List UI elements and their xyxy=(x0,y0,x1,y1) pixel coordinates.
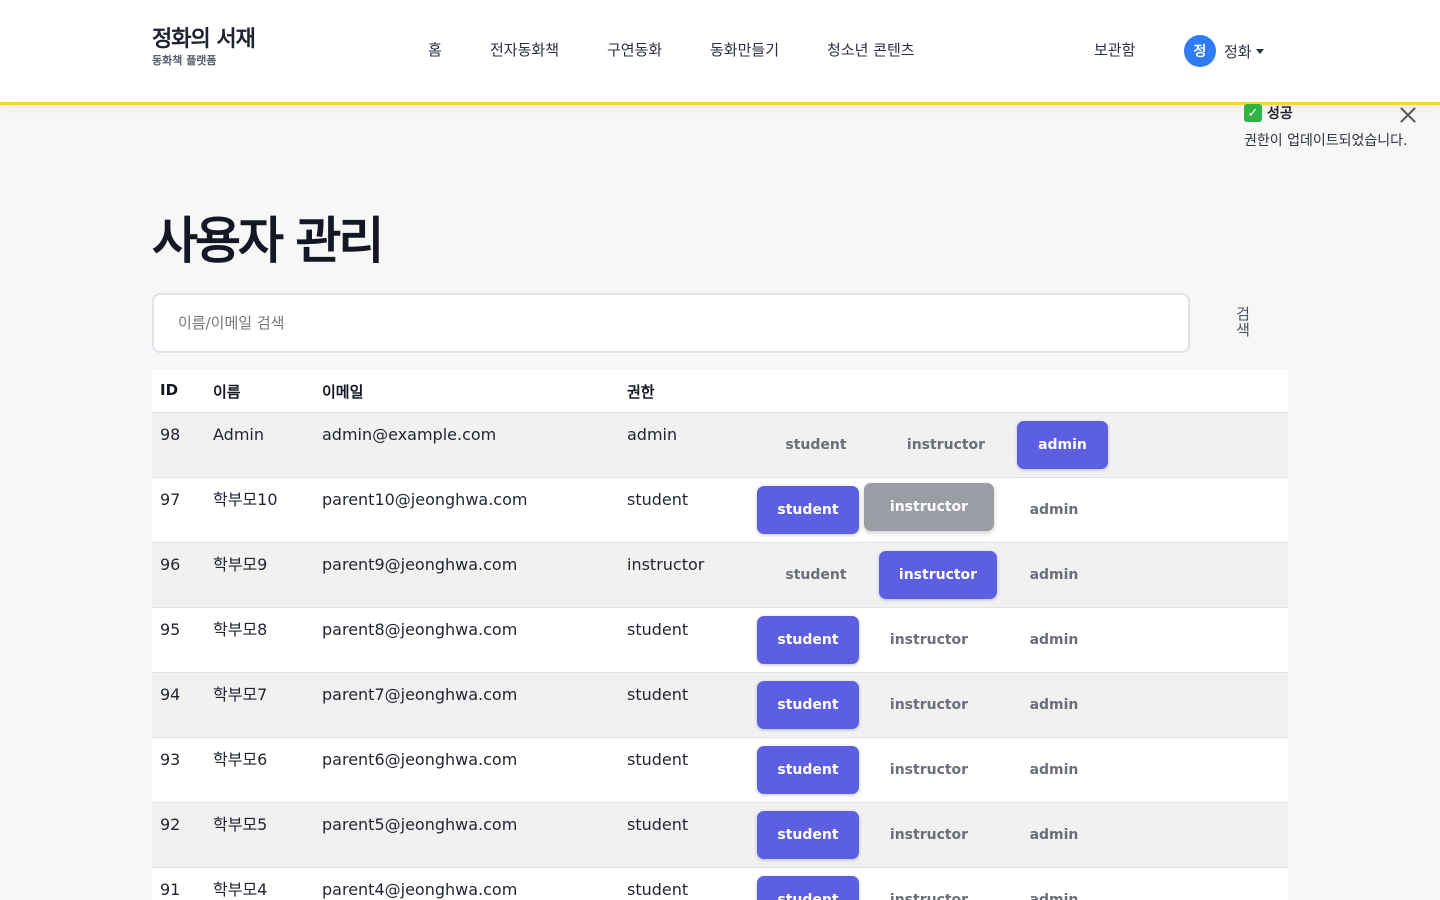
cell-role: student xyxy=(627,880,689,899)
role-button-instructor[interactable]: instructor xyxy=(879,421,1013,469)
cell-role: admin xyxy=(627,425,678,444)
cell-id: 92 xyxy=(160,815,181,834)
role-button-admin[interactable]: admin xyxy=(994,681,1114,729)
cell-id: 97 xyxy=(160,490,181,509)
cell-name: Admin xyxy=(213,425,264,444)
role-button-instructor[interactable]: instructor xyxy=(864,876,994,900)
brand-subtitle: 동화책 플랫폼 xyxy=(152,54,217,67)
nav-storytelling[interactable]: 구연동화 xyxy=(607,40,662,60)
cell-email: parent10@jeonghwa.com xyxy=(322,490,528,509)
cell-role: student xyxy=(627,490,689,509)
users-table: ID 이름 이메일 권한 98 Admin admin@example.com adm… xyxy=(152,369,1288,900)
role-button-student[interactable]: student xyxy=(757,876,859,900)
cell-email: parent9@jeonghwa.com xyxy=(322,555,518,574)
role-button-instructor[interactable]: instructor xyxy=(864,616,994,664)
role-button-student[interactable]: student xyxy=(757,681,859,729)
table-body: 98 Admin admin@example.com admin student inst… xyxy=(152,413,1288,900)
role-button-admin[interactable]: admin xyxy=(994,811,1114,859)
role-button-student[interactable]: student xyxy=(757,811,859,859)
table-row: 96 학부모9 parent9@jeonghwa.com instructor stud… xyxy=(152,543,1288,608)
column-id: ID xyxy=(160,381,179,399)
cell-email: parent4@jeonghwa.com xyxy=(322,880,518,899)
role-button-instructor[interactable]: instructor xyxy=(864,811,994,859)
toast-title: 성공 xyxy=(1267,106,1293,122)
table-row: 95 학부모8 parent8@jeonghwa.com student student… xyxy=(152,608,1288,673)
role-button-student[interactable]: student xyxy=(757,746,859,794)
role-button-admin[interactable]: admin xyxy=(994,616,1114,664)
cell-role: instructor xyxy=(627,555,705,574)
toast-message: 권한이 업데이트되었습니다. xyxy=(1244,133,1408,149)
column-role: 권한 xyxy=(627,383,655,401)
chevron-down-icon xyxy=(1255,48,1264,54)
brand-title: 정화의 서재 xyxy=(152,27,256,52)
top-navbar: 정화의 서재 동화책 플랫폼 홈 전자동화책 구연동화 동화만들기 청소년 콘텐… xyxy=(0,0,1440,105)
locker-link[interactable]: 보관함 xyxy=(1094,40,1135,60)
avatar: 정 xyxy=(1184,35,1216,67)
role-button-instructor[interactable]: instructor xyxy=(864,746,994,794)
user-menu[interactable]: 정 정화 xyxy=(1184,35,1264,67)
cell-id: 96 xyxy=(160,555,181,574)
column-name: 이름 xyxy=(213,383,241,401)
table-row: 93 학부모6 parent6@jeonghwa.com student student… xyxy=(152,738,1288,803)
cell-email: admin@example.com xyxy=(322,425,497,444)
cell-email: parent7@jeonghwa.com xyxy=(322,685,518,704)
nav-make-story[interactable]: 동화만들기 xyxy=(710,40,779,60)
cell-email: parent8@jeonghwa.com xyxy=(322,620,518,639)
role-button-admin[interactable]: admin xyxy=(1017,421,1108,469)
cell-name: 학부모5 xyxy=(213,815,268,834)
table-row: 92 학부모5 parent5@jeonghwa.com student student… xyxy=(152,803,1288,868)
search-input[interactable] xyxy=(152,293,1190,353)
table-row: 91 학부모4 parent4@jeonghwa.com student student… xyxy=(152,868,1288,900)
cell-id: 91 xyxy=(160,880,181,899)
cell-role: student xyxy=(627,685,689,704)
role-button-student[interactable]: student xyxy=(757,551,875,599)
cell-id: 95 xyxy=(160,620,181,639)
role-button-student[interactable]: student xyxy=(757,486,859,534)
table-row: 98 Admin admin@example.com admin student inst… xyxy=(152,413,1288,478)
role-button-admin[interactable]: admin xyxy=(994,746,1114,794)
table-row: 94 학부모7 parent7@jeonghwa.com student student… xyxy=(152,673,1288,738)
role-button-admin[interactable]: admin xyxy=(994,486,1114,534)
cell-name: 학부모6 xyxy=(213,750,268,769)
page-title: 사용자 관리 xyxy=(152,212,384,270)
role-button-instructor[interactable]: instructor xyxy=(879,551,997,599)
search-button[interactable]: 검색 xyxy=(1234,306,1252,338)
close-icon[interactable] xyxy=(1397,104,1419,126)
cell-email: parent6@jeonghwa.com xyxy=(322,750,518,769)
brand-logo[interactable]: 정화의 서재 동화책 플랫폼 xyxy=(152,27,256,68)
cell-id: 94 xyxy=(160,685,181,704)
cell-name: 학부모7 xyxy=(213,685,268,704)
role-button-admin[interactable]: admin xyxy=(994,551,1114,599)
role-button-admin[interactable]: admin xyxy=(994,876,1114,900)
cell-id: 93 xyxy=(160,750,181,769)
cell-role: student xyxy=(627,620,689,639)
cell-name: 학부모8 xyxy=(213,620,268,639)
role-button-instructor[interactable]: instructor xyxy=(864,681,994,729)
cell-email: parent5@jeonghwa.com xyxy=(322,815,518,834)
column-email: 이메일 xyxy=(322,383,364,401)
role-button-student[interactable]: student xyxy=(757,421,875,469)
cell-role: student xyxy=(627,750,689,769)
user-name: 정화 xyxy=(1224,42,1252,61)
role-button-student[interactable]: student xyxy=(757,616,859,664)
cell-name: 학부모4 xyxy=(213,880,268,899)
cell-id: 98 xyxy=(160,425,181,444)
nav-home[interactable]: 홈 xyxy=(428,40,442,60)
nav-ebooks[interactable]: 전자동화책 xyxy=(490,40,559,60)
cell-name: 학부모10 xyxy=(213,490,278,509)
nav-youth-content[interactable]: 청소년 콘텐츠 xyxy=(827,40,915,60)
table-row: 97 학부모10 parent10@jeonghwa.com student stude… xyxy=(152,478,1288,543)
table-header: ID 이름 이메일 권한 xyxy=(152,369,1288,413)
cell-role: student xyxy=(627,815,689,834)
cell-name: 학부모9 xyxy=(213,555,268,574)
check-mark-icon: ✓ xyxy=(1244,104,1262,122)
role-button-instructor[interactable]: instructor xyxy=(864,483,994,531)
